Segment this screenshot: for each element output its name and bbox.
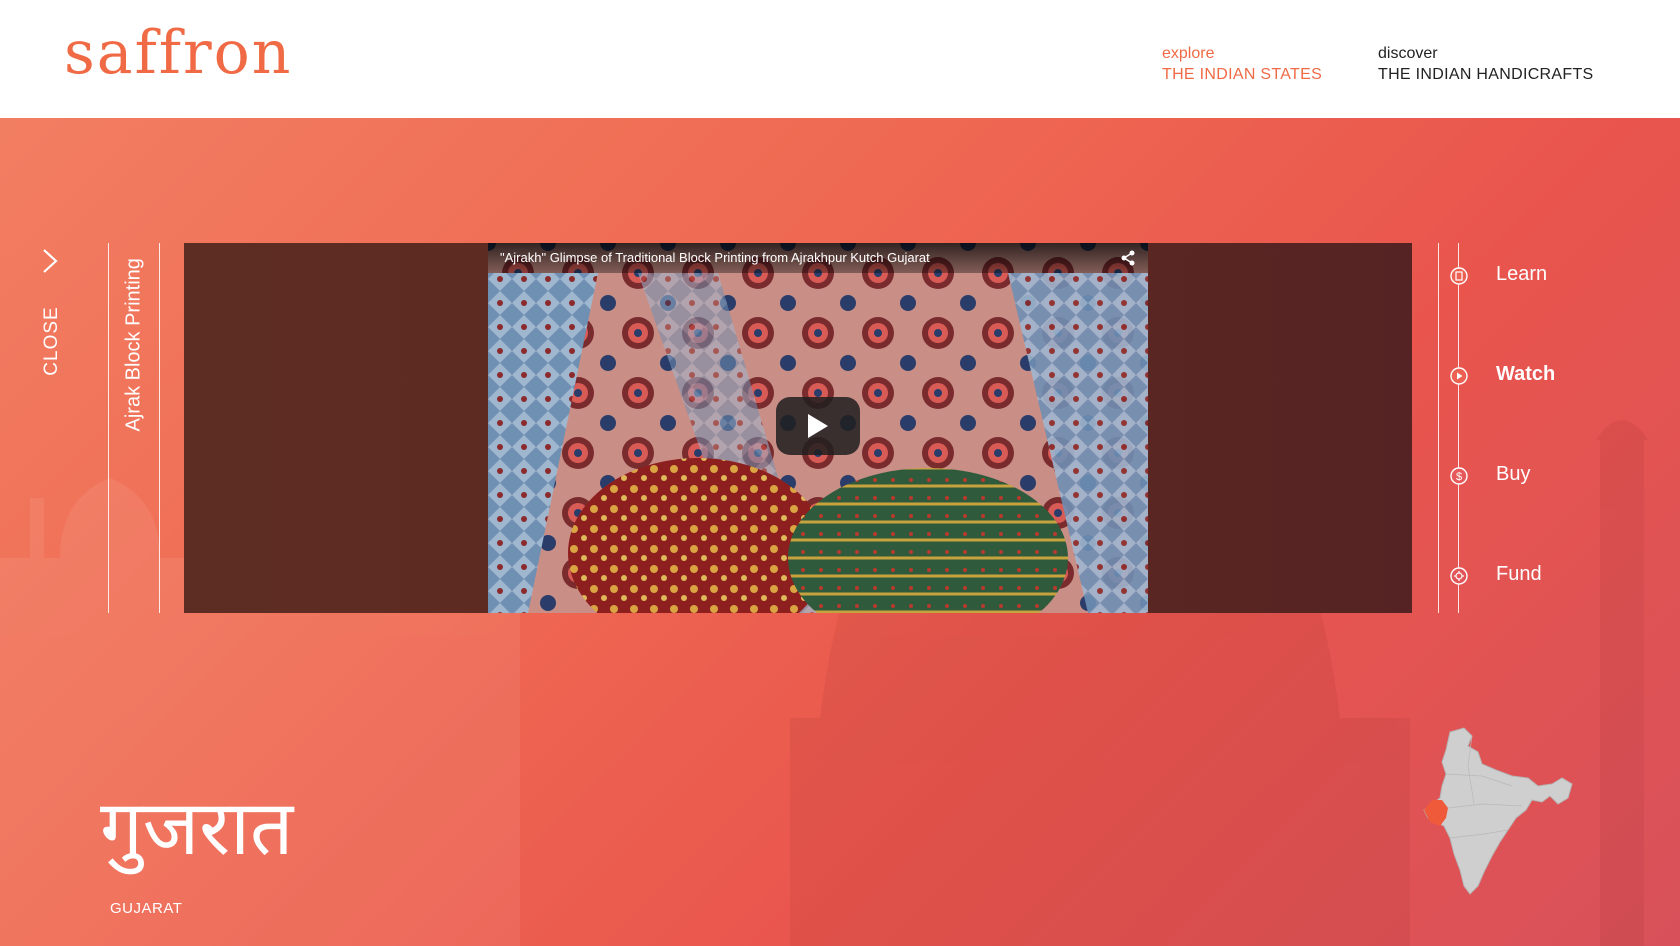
video-player[interactable]: "Ajrakh" Glimpse of Traditional Block Pr… bbox=[488, 243, 1148, 613]
craft-menu: Learn Watch $ Buy Fund bbox=[1438, 243, 1638, 613]
svg-text:$: $ bbox=[1456, 471, 1462, 483]
site-header: saffron explore THE INDIAN STATES discov… bbox=[0, 0, 1680, 118]
play-icon bbox=[808, 414, 828, 438]
nav-explore-big: THE INDIAN STATES bbox=[1162, 66, 1323, 83]
state-name-english: GUJARAT bbox=[110, 900, 183, 917]
state-name-native: गुजरात bbox=[100, 783, 294, 872]
chevron-right-icon bbox=[43, 249, 58, 273]
play-circle-icon bbox=[1450, 367, 1468, 385]
india-map[interactable] bbox=[1412, 726, 1582, 906]
video-panel: "Ajrakh" Glimpse of Traditional Block Pr… bbox=[184, 243, 1412, 613]
menu-rail-line bbox=[1438, 243, 1439, 613]
nav-discover-handicrafts[interactable]: discover THE INDIAN HANDICRAFTS bbox=[1378, 44, 1594, 86]
nav-discover-big: THE INDIAN HANDICRAFTS bbox=[1378, 66, 1594, 83]
fund-icon bbox=[1450, 567, 1468, 585]
menu-item-label: Fund bbox=[1496, 563, 1542, 585]
dollar-icon: $ bbox=[1450, 467, 1468, 485]
menu-item-label: Learn bbox=[1496, 263, 1548, 285]
nav-explore-states[interactable]: explore THE INDIAN STATES bbox=[1162, 44, 1322, 86]
play-button[interactable] bbox=[776, 397, 860, 455]
saffron-logo[interactable]: saffron bbox=[64, 18, 292, 88]
close-button[interactable]: CLOSE bbox=[30, 248, 74, 376]
menu-item-label: Buy bbox=[1496, 463, 1531, 485]
menu-rail-line bbox=[1458, 243, 1459, 613]
craft-title-rail: Ajrak Block Printing bbox=[108, 243, 160, 613]
share-icon[interactable] bbox=[1120, 250, 1136, 266]
menu-item-label: Watch bbox=[1496, 363, 1556, 385]
nav-discover-small: discover bbox=[1378, 45, 1438, 62]
state-hero: CLOSE Ajrak Block Printing "Ajrakh" Glim… bbox=[0, 118, 1680, 946]
video-title[interactable]: "Ajrakh" Glimpse of Traditional Block Pr… bbox=[500, 250, 930, 265]
video-title-bar: "Ajrakh" Glimpse of Traditional Block Pr… bbox=[488, 243, 1148, 273]
learn-icon bbox=[1450, 267, 1468, 285]
nav-explore-small: explore bbox=[1162, 45, 1215, 62]
close-label: CLOSE bbox=[41, 306, 62, 376]
craft-title: Ajrak Block Printing bbox=[122, 258, 145, 432]
